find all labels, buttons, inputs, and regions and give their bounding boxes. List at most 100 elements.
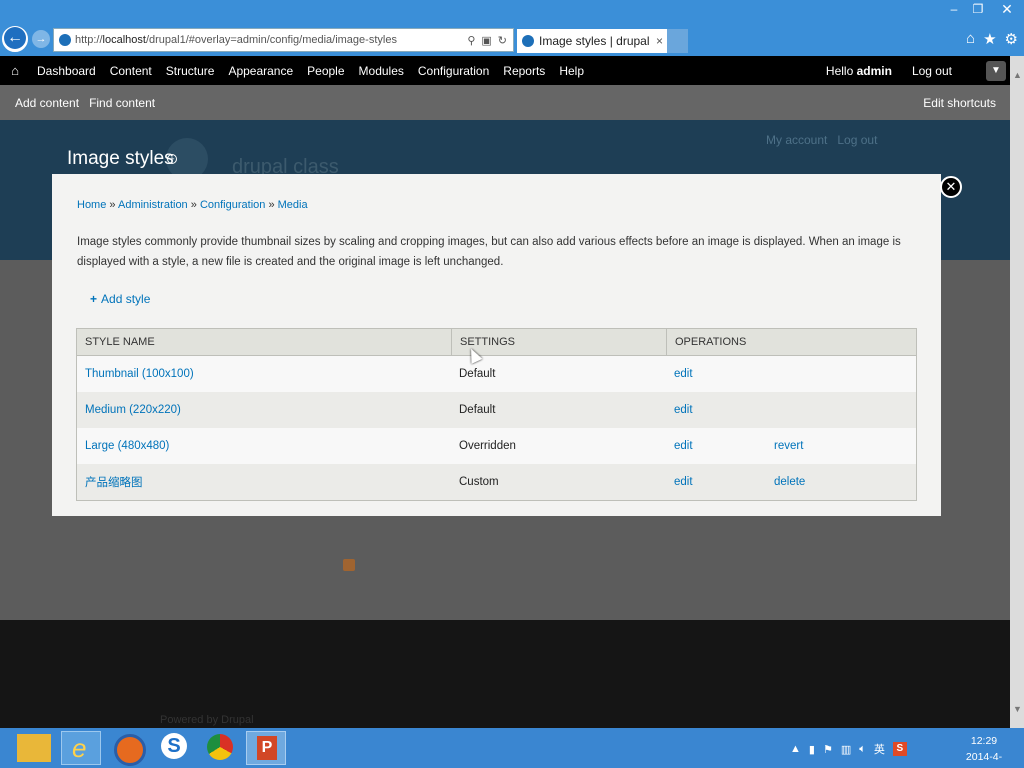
- overlay-close-button[interactable]: ✕: [940, 176, 962, 198]
- breadcrumb-home[interactable]: Home: [77, 199, 106, 211]
- internet-explorer-icon[interactable]: [61, 731, 101, 765]
- back-button[interactable]: [2, 26, 28, 52]
- clock-time: 12:29: [970, 735, 998, 747]
- column-header-style-name: STYLE NAME: [77, 328, 452, 356]
- menu-modules[interactable]: Modules: [352, 64, 411, 78]
- rss-feed-icon[interactable]: [343, 559, 355, 571]
- page-description: Image styles commonly provide thumbnail …: [77, 236, 901, 268]
- minimize-button[interactable]: –: [942, 0, 966, 20]
- menu-dashboard[interactable]: Dashboard: [30, 64, 103, 78]
- edit-link[interactable]: edit: [667, 368, 774, 380]
- refresh-icon[interactable]: ↻: [498, 34, 507, 47]
- home-icon[interactable]: ⌂: [966, 30, 975, 48]
- system-tray: ▲ ▮ ⚑ ▥ 🔈︎ 英 S: [790, 741, 907, 757]
- revert-link[interactable]: revert: [774, 440, 916, 452]
- breadcrumb-media[interactable]: Media: [278, 199, 308, 211]
- breadcrumb-configuration[interactable]: Configuration: [200, 199, 265, 211]
- site-logout-link[interactable]: Log out: [837, 133, 877, 147]
- style-settings: Default: [459, 368, 496, 380]
- shortcut-add-content[interactable]: Add content: [0, 96, 79, 110]
- action-center-flag-icon[interactable]: ⚑: [823, 743, 833, 756]
- table-row: Large (480x480) Overridden edit revert: [77, 428, 916, 464]
- network-icon[interactable]: ▥: [841, 743, 851, 756]
- style-name-link[interactable]: Medium (220x220): [77, 404, 452, 416]
- scroll-up-icon[interactable]: ▲: [1013, 70, 1022, 80]
- drupal-favicon-icon: [522, 35, 534, 47]
- browser-tab[interactable]: Image styles | drupal class ×: [517, 29, 667, 53]
- plus-icon: +: [90, 292, 98, 306]
- menu-configuration[interactable]: Configuration: [411, 64, 496, 78]
- forward-button[interactable]: →: [32, 30, 50, 48]
- column-header-settings: SETTINGS: [452, 328, 667, 356]
- style-name-link[interactable]: Thumbnail (100x100): [77, 368, 452, 380]
- style-settings: Custom: [459, 476, 499, 488]
- breadcrumb-separator: »: [190, 199, 197, 211]
- delete-link[interactable]: delete: [774, 476, 916, 488]
- breadcrumb: Home » Administration » Configuration » …: [77, 199, 308, 211]
- table-row: Thumbnail (100x100) Default edit: [77, 356, 916, 392]
- volume-icon[interactable]: 🔈︎: [859, 743, 866, 756]
- tray-expand-icon[interactable]: ▲: [790, 743, 801, 755]
- edit-link[interactable]: edit: [667, 440, 774, 452]
- powerpoint-icon[interactable]: [246, 731, 286, 765]
- shortcut-find-content[interactable]: Find content: [79, 96, 155, 110]
- add-shortcut-icon[interactable]: +: [167, 154, 177, 164]
- settings-gear-icon[interactable]: ⚙: [1005, 30, 1018, 48]
- restore-button[interactable]: ❐: [966, 0, 990, 20]
- shortcuts-bar: Add content Find content Edit shortcuts: [0, 85, 1010, 120]
- my-account-link[interactable]: My account: [766, 133, 827, 147]
- sogou-ime-icon[interactable]: S: [892, 742, 907, 756]
- site-footer: [0, 620, 1010, 728]
- table-header: STYLE NAME SETTINGS OPERATIONS: [77, 328, 916, 356]
- style-settings: Overridden: [459, 440, 516, 452]
- clock-date: 2014-4-27: [965, 751, 1003, 768]
- file-explorer-icon[interactable]: [14, 731, 54, 765]
- window-controls: – ❐ ✕: [942, 0, 1024, 20]
- edit-link[interactable]: edit: [667, 476, 774, 488]
- system-clock[interactable]: 12:29 2014-4-27: [962, 733, 1006, 768]
- sogou-browser-icon[interactable]: [153, 731, 193, 765]
- tab-close-icon[interactable]: ×: [652, 34, 667, 48]
- style-name-link[interactable]: 产品缩略图: [77, 474, 452, 490]
- edit-shortcuts-link[interactable]: Edit shortcuts: [908, 96, 996, 110]
- menu-content[interactable]: Content: [103, 64, 159, 78]
- username[interactable]: admin: [857, 64, 892, 78]
- toolbar-logout-link[interactable]: Log out: [912, 64, 952, 78]
- image-styles-table: STYLE NAME SETTINGS OPERATIONS Thumbnail…: [76, 328, 917, 501]
- menu-structure[interactable]: Structure: [159, 64, 222, 78]
- menu-reports[interactable]: Reports: [496, 64, 552, 78]
- toolbar-home-icon[interactable]: ⌂: [0, 63, 30, 78]
- table-row: Medium (220x220) Default edit: [77, 392, 916, 428]
- tray-app-icon[interactable]: ▮: [809, 743, 815, 756]
- page-title: Image styles: [67, 148, 174, 169]
- admin-toolbar: ⌂ Dashboard Content Structure Appearance…: [0, 56, 1010, 85]
- compat-view-icon[interactable]: ▣: [481, 34, 491, 47]
- new-tab-button[interactable]: [667, 29, 688, 53]
- powered-by-drupal[interactable]: Powered by Drupal: [160, 714, 254, 726]
- search-icon[interactable]: ⚲: [467, 34, 475, 47]
- user-greeting: Hello admin: [825, 63, 892, 78]
- scroll-down-icon[interactable]: ▼: [1013, 704, 1022, 714]
- address-bar[interactable]: http://localhost/drupal1/#overlay=admin/…: [53, 28, 514, 52]
- style-name-link[interactable]: Large (480x480): [77, 440, 452, 452]
- page-scrollbar[interactable]: ▲ ▼: [1010, 56, 1024, 728]
- ime-indicator[interactable]: 英: [874, 741, 885, 757]
- style-settings: Default: [459, 404, 496, 416]
- column-header-operations: OPERATIONS: [675, 335, 747, 348]
- breadcrumb-separator: »: [268, 199, 275, 211]
- table-row: 产品缩略图 Custom edit delete: [77, 464, 916, 500]
- chrome-icon[interactable]: [199, 731, 239, 765]
- shortcut-drawer-toggle[interactable]: ▼: [986, 61, 1006, 81]
- edit-link[interactable]: edit: [667, 404, 774, 416]
- add-style-label: Add style: [101, 292, 151, 306]
- add-style-link[interactable]: + Add style: [90, 292, 150, 306]
- breadcrumb-administration[interactable]: Administration: [118, 199, 188, 211]
- window-close-button[interactable]: ✕: [990, 0, 1024, 20]
- firefox-icon[interactable]: [107, 731, 147, 766]
- menu-people[interactable]: People: [300, 64, 351, 78]
- favorites-star-icon[interactable]: ★: [983, 30, 996, 48]
- menu-help[interactable]: Help: [552, 64, 591, 78]
- tab-title: Image styles | drupal class: [539, 34, 652, 48]
- url-text[interactable]: http://localhost/drupal1/#overlay=admin/…: [75, 34, 467, 46]
- menu-appearance[interactable]: Appearance: [221, 64, 300, 78]
